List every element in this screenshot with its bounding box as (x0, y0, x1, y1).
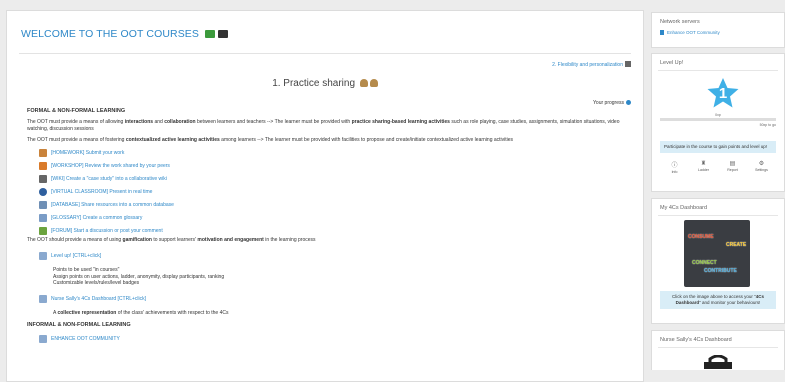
course-title-text: WELCOME TO THE OOT COURSES (21, 28, 200, 40)
gear-icon: ⚙ (758, 161, 765, 167)
laptop-icon (218, 30, 229, 38)
page-icon (39, 252, 47, 260)
course-title: WELCOME TO THE OOT COURSES (21, 28, 229, 40)
report-icon: ▤ (729, 161, 736, 167)
word-consume: CONSUME (688, 234, 714, 240)
books-icon (205, 30, 216, 38)
enhance-community-server-link[interactable]: Enhance OOT Community (652, 29, 784, 39)
activity-workshop[interactable]: [WORKSHOP] Review the work shared by you… (39, 162, 627, 175)
next-section-link[interactable]: 2. Flexibility and personalization (552, 61, 631, 68)
network-servers-title: Network servers (660, 19, 700, 25)
ladder-action[interactable]: ♜ Ladder (692, 160, 716, 174)
page-icon (39, 335, 47, 343)
xp-to-next: 50xp to go (759, 123, 776, 127)
sally-dashboard-title: Nurse Sally's 4Cs Dashboard (660, 337, 732, 343)
levelup-info: Participate in the course to gain points… (660, 141, 776, 153)
virtual-classroom-icon (39, 188, 47, 196)
section-content: FORMAL & NON-FORMAL LEARNING The OOT mus… (27, 108, 627, 348)
forum-icon (39, 227, 47, 235)
levelup-title: Level Up! (660, 60, 684, 66)
server-icon (660, 30, 664, 35)
xp-progress-bar (660, 118, 776, 121)
word-connect: CONNECT (692, 260, 717, 266)
main-region: WELCOME TO THE OOT COURSES 2. Flexibilit… (6, 10, 644, 382)
people-icon-2 (369, 79, 378, 87)
section-title: 1. Practice sharing (7, 78, 643, 89)
levelup-divider (658, 70, 778, 71)
activity-glossary[interactable]: [GLOSSARY] Create a common glossary (39, 214, 627, 227)
xp-value: 0xp (715, 113, 721, 117)
glossary-icon (39, 214, 47, 222)
next-arrow-icon (625, 61, 631, 67)
info-icon: ⓘ (671, 163, 678, 169)
progress-label: Your progress (593, 100, 631, 106)
dashboard-link[interactable]: Nurse Sally's 4Cs Dashboard [CTRL+click] (39, 294, 627, 308)
lock-icon (704, 355, 732, 369)
my-4cs-dashboard-block: My 4Cs Dashboard CONSUME CREATE CONNECT … (651, 198, 785, 324)
heading-formal: FORMAL & NON-FORMAL LEARNING (27, 108, 126, 114)
settings-action[interactable]: ⚙ Settings (750, 160, 774, 174)
database-icon (39, 201, 47, 209)
levelup-block: Level Up! 1 0xp 50xp to go Participate i… (651, 53, 785, 192)
title-divider (19, 53, 631, 54)
my-4cs-title: My 4Cs Dashboard (660, 205, 708, 211)
assignment-icon (39, 149, 47, 157)
activity-virtual-classroom[interactable]: [VIRTUAL CLASSROOM] Present in real time (39, 188, 627, 201)
levelup-description: Points to be used "in courses" Assign po… (53, 267, 225, 286)
my-4cs-divider (658, 215, 778, 216)
wiki-icon (39, 175, 47, 183)
next-section-label: 2. Flexibility and personalization (552, 62, 623, 68)
my-4cs-info: Click on the image above to access your … (660, 291, 776, 309)
page-icon (39, 294, 47, 303)
activity-database[interactable]: [DATABASE] Share resources into a common… (39, 201, 627, 214)
activity-forum[interactable]: [FORUM] Start a discussion or post your … (39, 227, 627, 240)
collective-text: A collective representation of the class… (53, 309, 229, 316)
sally-dashboard-block: Nurse Sally's 4Cs Dashboard (651, 330, 785, 370)
report-action[interactable]: ▤ Report (721, 160, 745, 174)
workshop-icon (39, 162, 47, 170)
sally-divider (658, 347, 778, 348)
network-servers-block: Network servers Enhance OOT Community (651, 12, 785, 48)
section-title-text: 1. Practice sharing (272, 78, 356, 89)
level-number: 1 (718, 85, 728, 102)
ladder-icon: ♜ (700, 161, 707, 167)
para-contextualized: The OOT must provide a means of fosterin… (27, 137, 514, 143)
heading-informal: INFORMAL & NON-FORMAL LEARNING (27, 322, 131, 328)
levelup-link[interactable]: Level up! [CTRL+click] (39, 252, 627, 265)
activity-homework[interactable]: [HOMEWORK] Submit your work (39, 149, 627, 162)
word-contribute: CONTRIBUTE (704, 268, 737, 274)
enhance-community-link[interactable]: ENHANCE OOT COMMUNITY (39, 335, 627, 348)
progress-text: Your progress (593, 100, 624, 106)
help-icon[interactable] (626, 100, 631, 105)
para-interactions: The OOT must provide a means of allowing… (27, 119, 620, 132)
word-create: CREATE (726, 242, 747, 248)
activity-wiki[interactable]: [WIKI] Create a "case study" into a coll… (39, 175, 627, 188)
4cs-dashboard-image[interactable]: CONSUME CREATE CONNECT CONTRIBUTE (684, 220, 750, 287)
people-icon (359, 79, 368, 87)
levelup-actions: ⓘ Info ♜ Ladder ▤ Report ⚙ Settings (660, 160, 776, 174)
info-action[interactable]: ⓘ Info (663, 160, 687, 174)
